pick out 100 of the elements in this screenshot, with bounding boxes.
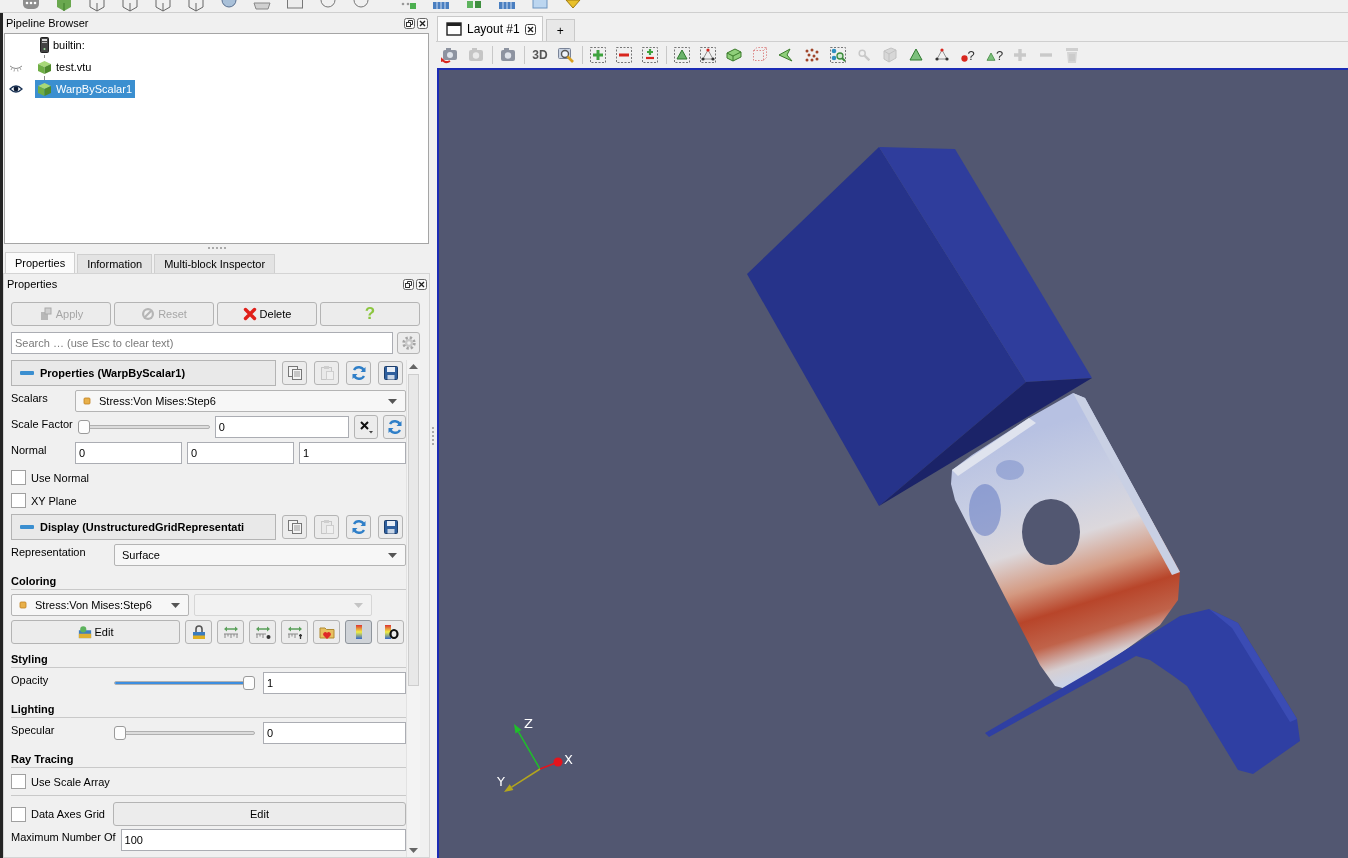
reload-button[interactable] bbox=[346, 515, 371, 539]
arrow-up-icon[interactable] bbox=[409, 364, 418, 369]
select-cells-button[interactable] bbox=[671, 44, 693, 66]
rescale-button[interactable] bbox=[217, 620, 244, 644]
checkbox-label[interactable]: XY Plane bbox=[31, 494, 77, 507]
eye-icon[interactable] bbox=[9, 84, 23, 94]
panel-tab[interactable]: Multi-block Inspector bbox=[154, 254, 276, 273]
close-icon[interactable] bbox=[524, 23, 536, 35]
delete-button[interactable]: Delete bbox=[217, 302, 317, 326]
dotted-grid-icon[interactable] bbox=[399, 0, 417, 12]
checkbox[interactable] bbox=[11, 806, 26, 822]
value-field[interactable]: 0 bbox=[214, 416, 349, 438]
float-icon[interactable] bbox=[404, 17, 415, 29]
wireframe-box-icon[interactable] bbox=[88, 0, 106, 12]
wireframe-box-icon[interactable] bbox=[154, 0, 172, 12]
value-field[interactable]: 100 bbox=[120, 829, 406, 851]
value-field[interactable]: 1 bbox=[299, 442, 406, 464]
dropdown[interactable]: Surface bbox=[114, 544, 406, 566]
panel-icon[interactable] bbox=[286, 0, 304, 12]
color-editor-button[interactable] bbox=[377, 620, 404, 644]
section-header[interactable]: Properties (WarpByScalar1) bbox=[11, 360, 276, 386]
hover-cells-button[interactable]: ? bbox=[983, 44, 1005, 66]
refresh-icon bbox=[350, 365, 367, 381]
scrollbar-thumb[interactable] bbox=[408, 374, 419, 686]
slider-track[interactable] bbox=[114, 675, 255, 691]
tray-icon[interactable] bbox=[253, 0, 271, 12]
group-heading: Ray Tracing bbox=[11, 753, 74, 765]
reset-to-default-button[interactable] bbox=[383, 415, 406, 439]
save-button[interactable] bbox=[378, 361, 403, 385]
axis-label: Z bbox=[524, 716, 533, 731]
checkbox[interactable] bbox=[11, 774, 26, 789]
close-icon[interactable] bbox=[416, 278, 427, 290]
value-field[interactable]: 1 bbox=[263, 672, 406, 694]
scale-menu-button[interactable] bbox=[354, 415, 378, 439]
bar-grid-icon[interactable] bbox=[498, 0, 516, 12]
clipboard-icon bbox=[318, 519, 335, 535]
select-points-button[interactable] bbox=[697, 44, 719, 66]
ellipsis-icon[interactable] bbox=[22, 0, 40, 12]
render-view[interactable]: Z X Y bbox=[437, 68, 1348, 858]
value-field[interactable]: 0 bbox=[187, 442, 294, 464]
sheet-icon[interactable] bbox=[531, 0, 549, 12]
layout-tab[interactable]: + bbox=[545, 19, 575, 41]
field-label: Specular bbox=[11, 723, 56, 736]
cube-icon[interactable] bbox=[55, 0, 73, 12]
caret-icon bbox=[171, 602, 180, 608]
panel-tab[interactable]: Information bbox=[77, 254, 153, 273]
magnifier-icon bbox=[557, 46, 575, 64]
resize-handle[interactable] bbox=[207, 246, 226, 250]
wireframe-box-icon[interactable] bbox=[121, 0, 139, 12]
checkbox-label[interactable]: Data Axes Grid bbox=[31, 808, 108, 820]
resize-handle[interactable] bbox=[431, 426, 435, 445]
group-heading: Coloring bbox=[11, 575, 57, 587]
slider-track[interactable] bbox=[77, 419, 210, 435]
value-field[interactable]: 0 bbox=[75, 442, 182, 464]
pipeline-item[interactable]: builtin: bbox=[35, 36, 88, 54]
value-field[interactable]: 0 bbox=[263, 722, 406, 744]
view-mode-button[interactable]: 3D bbox=[529, 44, 551, 66]
float-icon[interactable] bbox=[403, 278, 414, 290]
edit-button[interactable]: Edit bbox=[11, 620, 180, 644]
caret-icon bbox=[388, 398, 397, 404]
select-blocks-button[interactable] bbox=[827, 44, 849, 66]
presets-button[interactable] bbox=[313, 620, 340, 644]
reload-button[interactable] bbox=[346, 361, 371, 385]
checkbox[interactable] bbox=[11, 470, 26, 485]
folder-heart-icon bbox=[318, 624, 335, 640]
scrollbar[interactable] bbox=[406, 360, 420, 857]
hover-points-button[interactable]: ? bbox=[957, 44, 979, 66]
settings-button[interactable] bbox=[397, 332, 420, 354]
arrow-down-icon[interactable] bbox=[409, 848, 418, 853]
lock-range-button[interactable] bbox=[185, 620, 212, 644]
toggle-selection-button[interactable] bbox=[639, 44, 661, 66]
slider-handle[interactable] bbox=[114, 726, 126, 740]
checkbox-label[interactable]: Use Normal bbox=[31, 471, 90, 484]
bar-grid-icon[interactable] bbox=[432, 0, 450, 12]
custom-range-button[interactable] bbox=[249, 620, 276, 644]
layout-tab[interactable]: Layout #1 bbox=[437, 16, 543, 41]
slider-handle[interactable] bbox=[243, 676, 255, 690]
close-icon[interactable] bbox=[417, 17, 428, 29]
edit-button[interactable]: Edit bbox=[113, 802, 406, 826]
color-legend-button[interactable] bbox=[345, 620, 372, 644]
save-button[interactable] bbox=[378, 515, 403, 539]
checkbox-label[interactable]: Use Scale Array bbox=[31, 775, 110, 788]
stack-icon bbox=[38, 307, 53, 321]
range-arrows-icon bbox=[254, 624, 271, 640]
panel-tab[interactable]: Properties bbox=[5, 252, 76, 273]
checkbox[interactable] bbox=[11, 493, 26, 508]
temporal-range-button[interactable] bbox=[281, 620, 308, 644]
copy-button[interactable] bbox=[282, 361, 307, 385]
subtract-selection-button[interactable] bbox=[613, 44, 635, 66]
search-field[interactable]: Search … (use Esc to clear text) bbox=[11, 332, 393, 354]
slider-track[interactable] bbox=[114, 725, 255, 741]
dropdown[interactable]: Stress:Von Mises:Step6 bbox=[75, 390, 406, 412]
minus-icon bbox=[1040, 53, 1052, 57]
copy-button[interactable] bbox=[282, 515, 307, 539]
dropdown[interactable]: Stress:Von Mises:Step6 bbox=[11, 594, 189, 616]
section-header[interactable]: Display (UnstructuredGridRepresentati bbox=[11, 514, 276, 540]
wireframe-box-icon[interactable] bbox=[187, 0, 205, 12]
slider-handle[interactable] bbox=[77, 420, 90, 434]
add-selection-button[interactable] bbox=[587, 44, 609, 66]
color-bar-ring-icon bbox=[382, 624, 399, 640]
